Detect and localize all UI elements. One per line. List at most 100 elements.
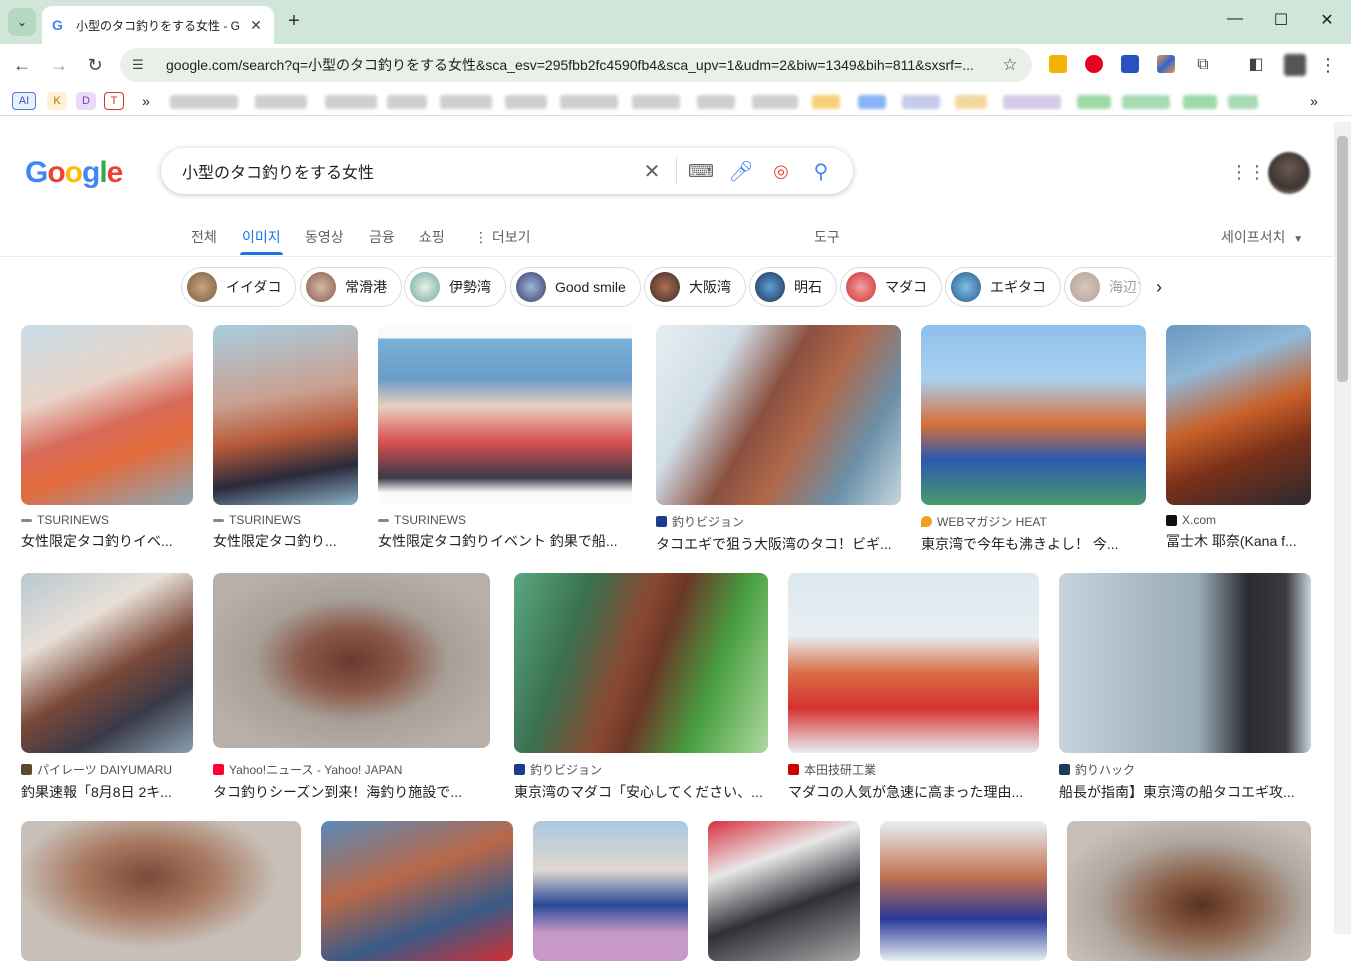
keyboard-icon[interactable]: ⌨ [681,161,721,182]
side-panel-icon[interactable]: ◧ [1244,53,1268,77]
bookmark-blurred[interactable] [170,95,238,109]
result-thumbnail[interactable] [921,325,1146,505]
pinterest-icon[interactable] [1085,55,1103,73]
result-caption[interactable]: タコ釣りシーズン到来！海釣り施設で... [213,782,490,802]
colorful-extension-icon[interactable] [1157,55,1175,73]
chip[interactable]: マダコ [840,267,942,307]
bookmark-blurred[interactable] [955,95,987,109]
bookmark-blurred[interactable] [752,95,798,109]
new-tab-button[interactable]: + [282,10,306,34]
site-info-icon[interactable]: ☰ [132,57,152,73]
menu-kebab-icon[interactable]: ⋮ [1316,53,1340,77]
result-thumbnail[interactable] [880,821,1047,961]
result-caption[interactable]: 船長が指南】東京湾の船タコエギ攻... [1059,782,1311,802]
maximize-button[interactable]: ☐ [1258,10,1304,34]
result-thumbnail[interactable] [213,325,358,505]
close-window-button[interactable]: ✕ [1304,10,1350,34]
result-source[interactable]: 本田技研工業 [788,761,1039,778]
image-result[interactable] [321,821,513,961]
bookmark-blurred[interactable] [505,95,547,109]
result-source[interactable]: 釣りビジョン [656,513,901,530]
tab-videos[interactable]: 동영상 [305,227,344,247]
bookmark-blurred[interactable] [1122,95,1170,109]
image-result[interactable]: X.com 冨士木 耶奈(Kana f... [1166,325,1311,551]
result-caption[interactable]: 女性限定タコ釣りイベ... [21,531,193,551]
result-caption[interactable]: 女性限定タコ釣り... [213,531,358,551]
bookmark-blurred[interactable] [255,95,307,109]
result-caption[interactable]: マダコの人気が急速に高まった理由... [788,782,1039,802]
bookmark-blurred[interactable] [632,95,680,109]
chip[interactable]: 大阪湾 [644,267,746,307]
result-source[interactable]: X.com [1166,513,1311,527]
back-arrow-icon[interactable]: ← [10,53,34,77]
result-source[interactable]: Yahoo!ニュース - Yahoo! JAPAN [213,761,490,778]
safesearch-dropdown[interactable]: 세이프서치 ▼ [1221,227,1303,247]
image-result[interactable]: TSURINEWS 女性限定タコ釣りイベント 釣果で船... [378,325,632,551]
microphone-icon[interactable]: 🎤︎ [721,159,761,184]
result-caption[interactable]: タコエギで狙う大阪湾のタコ！ビギ... [656,534,901,554]
account-avatar[interactable] [1268,152,1310,194]
bookmarks-more-icon[interactable]: » [136,92,156,110]
bookmark-ai[interactable]: AI [12,92,36,110]
bookmark-blurred[interactable] [1003,95,1061,109]
image-result[interactable]: TSURINEWS 女性限定タコ釣りイベ... [21,325,193,551]
bookmark-blurred[interactable] [858,95,886,109]
chevron-right-icon[interactable]: › [1156,277,1162,298]
chip[interactable]: Good smile [510,267,641,307]
tab-shopping[interactable]: 쇼핑 [419,227,445,247]
bookmark-blurred[interactable] [560,95,618,109]
result-caption[interactable]: 東京湾のマダコ「安心してください、... [514,782,768,802]
result-thumbnail[interactable] [321,821,513,961]
chip[interactable]: エギタコ [945,267,1061,307]
result-source[interactable]: TSURINEWS [21,513,193,527]
bookmark-blurred[interactable] [812,95,840,109]
search-input[interactable]: 小型のタコ釣りをする女性 [182,159,632,183]
tab-more[interactable]: ⋮ 더보기 [474,227,531,247]
reload-icon[interactable]: ↻ [83,53,107,77]
image-result[interactable]: 本田技研工業 マダコの人気が急速に高まった理由... [788,573,1039,802]
tab-finance[interactable]: 금융 [369,227,395,247]
bookmarks-overflow-icon[interactable]: » [1304,92,1324,110]
chip[interactable]: 明石 [749,267,837,307]
image-result[interactable] [708,821,860,961]
result-source[interactable]: TSURINEWS [213,513,358,527]
clear-icon[interactable]: ✕ [632,159,672,184]
result-thumbnail[interactable] [788,573,1039,753]
image-result[interactable]: TSURINEWS 女性限定タコ釣り... [213,325,358,551]
bookmark-k[interactable]: K [47,92,67,110]
tab-images[interactable]: 이미지 [240,227,283,255]
image-result[interactable]: パイレーツ DAIYUMARU 釣果速報「8月8日 2キ... [21,573,193,802]
tab-all[interactable]: 전체 [191,227,217,247]
chip[interactable]: 常滑港 [300,267,402,307]
tab-tools[interactable]: 도구 [814,227,840,247]
browser-tab-active[interactable]: G 小型のタコ釣りをする女性 - G ✕ [42,6,274,44]
result-thumbnail[interactable] [1166,325,1311,505]
image-result[interactable]: 釣りビジョン タコエギで狙う大阪湾のタコ！ビギ... [656,325,901,554]
download-extension-icon[interactable] [1121,55,1139,73]
chip[interactable]: イイダコ [181,267,297,307]
bookmark-blurred[interactable] [1183,95,1217,109]
image-result[interactable]: 釣りハック 船長が指南】東京湾の船タコエギ攻... [1059,573,1311,802]
search-icon[interactable]: ⚲ [801,159,841,184]
result-thumbnail[interactable] [1059,573,1311,753]
chip[interactable]: 伊勢湾 [404,267,506,307]
result-thumbnail[interactable] [656,325,901,505]
bookmark-blurred[interactable] [1077,95,1111,109]
image-result[interactable]: WEBマガジン HEAT 東京湾で今年も沸きよし！ 今... [921,325,1146,554]
result-caption[interactable]: 釣果速報「8月8日 2キ... [21,782,193,802]
bookmark-blurred[interactable] [387,95,427,109]
result-thumbnail[interactable] [21,325,193,505]
result-thumbnail[interactable] [21,573,193,753]
result-source[interactable]: TSURINEWS [378,513,632,527]
search-box[interactable]: 小型のタコ釣りをする女性 ✕ ⌨ 🎤︎ ◎ ⚲ [161,148,853,194]
result-source[interactable]: 釣りビジョン [514,761,768,778]
result-caption[interactable]: 冨士木 耶奈(Kana f... [1166,531,1311,551]
image-result[interactable] [533,821,688,961]
bookmark-t[interactable]: T [104,92,124,110]
page-scrollbar[interactable] [1334,122,1351,934]
lens-camera-icon[interactable]: ◎ [761,161,801,182]
tab-search-button[interactable]: ⌄ [8,8,36,36]
extensions-puzzle-icon[interactable]: ⧉ [1191,53,1215,77]
minimize-button[interactable]: — [1212,10,1258,34]
profile-avatar[interactable] [1284,54,1306,76]
